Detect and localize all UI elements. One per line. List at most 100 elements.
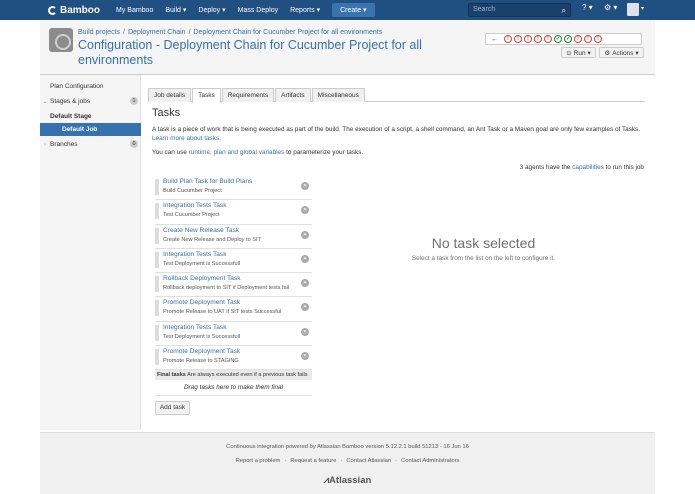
history-failed-icon[interactable]: ! [504,35,512,43]
list-item[interactable]: Build Plan Task for Build Plans Build Cu… [155,176,312,201]
drag-handle[interactable] [155,227,159,244]
sidebar-item-stages-jobs[interactable]: ⌄ Stages & jobs 1 [40,95,141,108]
task-name[interactable]: Create New Release Task [163,227,239,234]
contact-admins-link[interactable]: Contact Administrators [401,458,459,464]
list-item[interactable]: Rollback Deployment Task Rollback deploy… [155,273,312,298]
breadcrumb-plan[interactable]: Deployment Chain for Cucumber Project fo… [194,29,383,36]
drag-handle[interactable] [155,251,159,268]
nav-build-menu[interactable]: Build ▾ [159,6,192,14]
remove-icon[interactable]: ✕ [301,352,309,361]
nav-reports-menu[interactable]: Reports ▾ [284,6,326,14]
list-item[interactable]: Promote Deployment Task Promote Release … [155,297,312,322]
list-item[interactable]: Promote Deployment Task Promote Release … [155,346,312,371]
atlassian-logo[interactable]: ⩘Atlassian [40,475,655,486]
final-tasks-bar: Final tasks Are always executed even if … [155,370,312,381]
history-failed-icon[interactable]: ! [594,35,602,43]
sidebar-item-label: Plan Configuration [50,83,104,90]
task-name[interactable]: Integration Tests Task [163,202,227,209]
chevron-down-icon[interactable]: ⌄ [40,99,50,105]
task-name[interactable]: Integration Tests Task [163,324,227,331]
remove-icon[interactable]: ✕ [301,206,309,215]
no-task-title: No task selected [431,235,536,251]
nav-deploy-menu[interactable]: Deploy ▾ [192,6,231,14]
remove-icon[interactable]: ✕ [301,182,309,190]
drag-handle[interactable] [155,324,159,341]
help-menu-button[interactable]: ? ▾ [582,3,593,12]
drag-handle[interactable] [155,179,159,195]
breadcrumb-build-projects[interactable]: Build projects [78,29,120,36]
remove-icon[interactable]: ✕ [301,279,309,288]
list-item[interactable]: Integration Tests Task Test Deployment i… [155,321,312,347]
settings-menu-button[interactable]: ⚙ ▾ [604,3,617,12]
task-name[interactable]: Integration Tests Task [163,251,227,258]
gear-icon: ⚙ [604,49,611,57]
logo-text: Bamboo [60,4,100,16]
remove-icon[interactable]: ✕ [301,254,309,263]
user-avatar[interactable] [627,3,639,16]
actions-button[interactable]: ⚙ Actions ▾ [599,47,644,58]
sidebar-item-default-job[interactable]: Default Job [40,123,141,136]
footer-version: Continuous integration powered by Atlass… [226,444,469,450]
history-failed-icon[interactable]: ! [574,35,582,43]
request-feature-link[interactable]: Request a feature [290,458,336,464]
drag-handle[interactable] [155,349,159,366]
plan-icon [49,28,73,52]
chevron-right-icon[interactable]: › [40,142,50,148]
drag-handle[interactable] [155,276,159,293]
section-title: Tasks [152,107,181,119]
nav-mass-deploy[interactable]: Mass Deploy [232,7,284,14]
create-button[interactable]: Create ▾ [332,3,375,17]
no-task-subtitle: Select a task from the list on the left … [411,255,556,262]
drag-handle[interactable] [155,203,159,220]
bamboo-logo[interactable]: Bamboo [48,5,100,16]
final-tasks-label: Final tasks [157,372,186,379]
drag-handle[interactable] [155,300,159,317]
contact-atlassian-link[interactable]: Contact Atlassian [346,458,391,464]
remove-icon[interactable]: ✕ [301,303,309,312]
chevron-down-icon[interactable]: ▾ [641,5,644,12]
task-name[interactable]: Build Plan Task for Build Plans [163,178,252,185]
sidebar-item-branches[interactable]: › Branches 0 [40,138,141,151]
remove-icon[interactable]: ✕ [301,230,309,239]
sidebar-item-default-stage[interactable]: Default Stage [40,110,141,123]
page-title: Configuration - Deployment Chain for Cuc… [78,38,422,67]
history-failed-icon[interactable]: ! [524,35,532,43]
footer-links: Report a problem · Request a feature · Conta… [235,458,460,464]
sidebar-item-plan-configuration[interactable]: Plan Configuration [40,80,141,93]
task-name[interactable]: Promote Deployment Task [163,299,240,306]
remove-icon[interactable]: ✕ [301,327,309,336]
history-success-icon[interactable]: ✓ [564,35,572,43]
bamboo-logo-icon [48,5,57,15]
breadcrumb-deployment-chain[interactable]: Deployment Chain [128,29,186,36]
history-failed-icon[interactable]: ! [514,35,522,43]
task-name[interactable]: Rollback Deployment Task [163,275,241,282]
search-icon: ⌕ [561,6,566,15]
history-back-icon[interactable]: ← [491,36,498,43]
nav-my-bamboo[interactable]: My Bamboo [110,7,159,14]
capabilities-link[interactable]: capabilities [572,164,604,171]
tab-requirements[interactable]: Requirements [221,88,275,102]
history-failed-icon[interactable]: ! [584,35,592,43]
list-item[interactable]: Integration Tests Task Test Cucumber Pro… [155,200,312,225]
history-failed-icon[interactable]: ! [534,35,542,43]
task-description: Promote Release to UAT if SIT tests Succ… [163,309,282,316]
report-problem-link[interactable]: Report a problem [236,458,281,464]
nav-menu: My Bamboo Build ▾ Deploy ▾ Mass Deploy R… [110,3,375,17]
count-badge: 0 [130,140,138,148]
tab-tasks[interactable]: Tasks [192,88,221,103]
history-failed-icon[interactable]: ! [544,35,552,43]
add-task-button[interactable]: Add task [155,401,190,415]
learn-more-link[interactable]: Learn more about tasks. [152,135,221,142]
search-input[interactable]: Search ⌕ [468,3,571,17]
variables-link[interactable]: runtime, plan and global variables [189,149,285,156]
run-button[interactable]: ⊙ Run ▾ [561,47,596,58]
task-name[interactable]: Promote Deployment Task [163,348,240,355]
tab-job-details[interactable]: Job details [148,88,192,102]
history-success-icon[interactable]: ✓ [554,35,562,43]
tab-artifacts[interactable]: Artifacts [275,88,311,102]
list-item[interactable]: Create New Release Task Create New Relea… [155,224,312,249]
list-item[interactable]: Integration Tests Task Test Deployment i… [155,248,312,274]
job-tabs: Job details Tasks Requirements Artifacts… [148,88,645,103]
tab-miscellaneous[interactable]: Miscellaneous [311,88,365,102]
final-tasks-dropzone[interactable]: Drag tasks here to make them final [155,380,312,397]
